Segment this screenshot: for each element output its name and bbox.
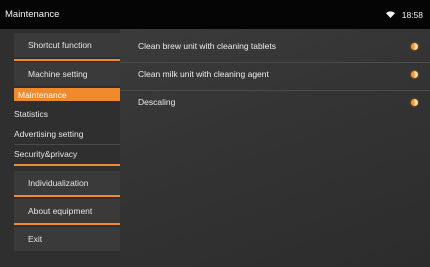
sidebar-item-maintenance[interactable]: Maintenance <box>14 88 120 101</box>
screen: Maintenance 18:58 Shortcut function Mach… <box>0 0 430 267</box>
sidebar-item-statistics[interactable]: Statistics <box>14 104 120 124</box>
status-bar: Maintenance 18:58 <box>0 0 430 29</box>
wifi-icon <box>385 11 395 18</box>
status-area: 18:58 <box>385 9 423 20</box>
sidebar-item-label: Exit <box>28 234 43 244</box>
sidebar-item-label: About equipment <box>28 206 93 216</box>
sidebar-item-label: Statistics <box>14 109 49 119</box>
list-item-descaling[interactable]: Descaling <box>120 88 430 116</box>
sidebar-item-individualization[interactable]: Individualization <box>14 171 120 195</box>
sidebar-item-about-equipment[interactable]: About equipment <box>14 199 120 223</box>
sidebar-item-label: Security&privacy <box>14 149 78 159</box>
status-indicator-icon <box>411 70 418 78</box>
page-title: Maintenance <box>5 9 60 20</box>
list-item-clean-milk-unit[interactable]: Clean milk unit with cleaning agent <box>120 60 430 88</box>
sidebar-divider <box>14 164 120 166</box>
sidebar-item-machine-setting[interactable]: Machine setting <box>14 62 120 86</box>
status-indicator-icon <box>411 42 418 50</box>
sidebar-item-advertising-setting[interactable]: Advertising setting <box>14 124 120 144</box>
sidebar-divider <box>14 59 120 61</box>
sidebar-divider <box>14 195 120 197</box>
sidebar-item-shortcut-function[interactable]: Shortcut function <box>14 33 120 57</box>
list-item-label: Descaling <box>138 97 176 107</box>
sidebar-item-label: Individualization <box>28 178 89 188</box>
status-indicator-icon <box>411 98 418 106</box>
sidebar-item-label: Advertising setting <box>14 129 84 139</box>
list-item-label: Clean milk unit with cleaning agent <box>138 69 269 79</box>
maintenance-list: Clean brew unit with cleaning tablets Cl… <box>120 29 430 267</box>
sidebar-item-label: Machine setting <box>28 69 88 79</box>
sidebar-divider <box>14 223 120 225</box>
sidebar-item-label: Shortcut function <box>28 40 92 50</box>
list-item-clean-brew-unit[interactable]: Clean brew unit with cleaning tablets <box>120 32 430 60</box>
list-item-label: Clean brew unit with cleaning tablets <box>138 41 276 51</box>
sidebar: Shortcut function Machine setting Mainte… <box>0 29 120 267</box>
sidebar-item-security-privacy[interactable]: Security&privacy <box>14 144 120 164</box>
sidebar-item-exit[interactable]: Exit <box>14 227 120 251</box>
clock: 18:58 <box>401 9 423 20</box>
sidebar-item-label: Maintenance <box>18 89 67 100</box>
